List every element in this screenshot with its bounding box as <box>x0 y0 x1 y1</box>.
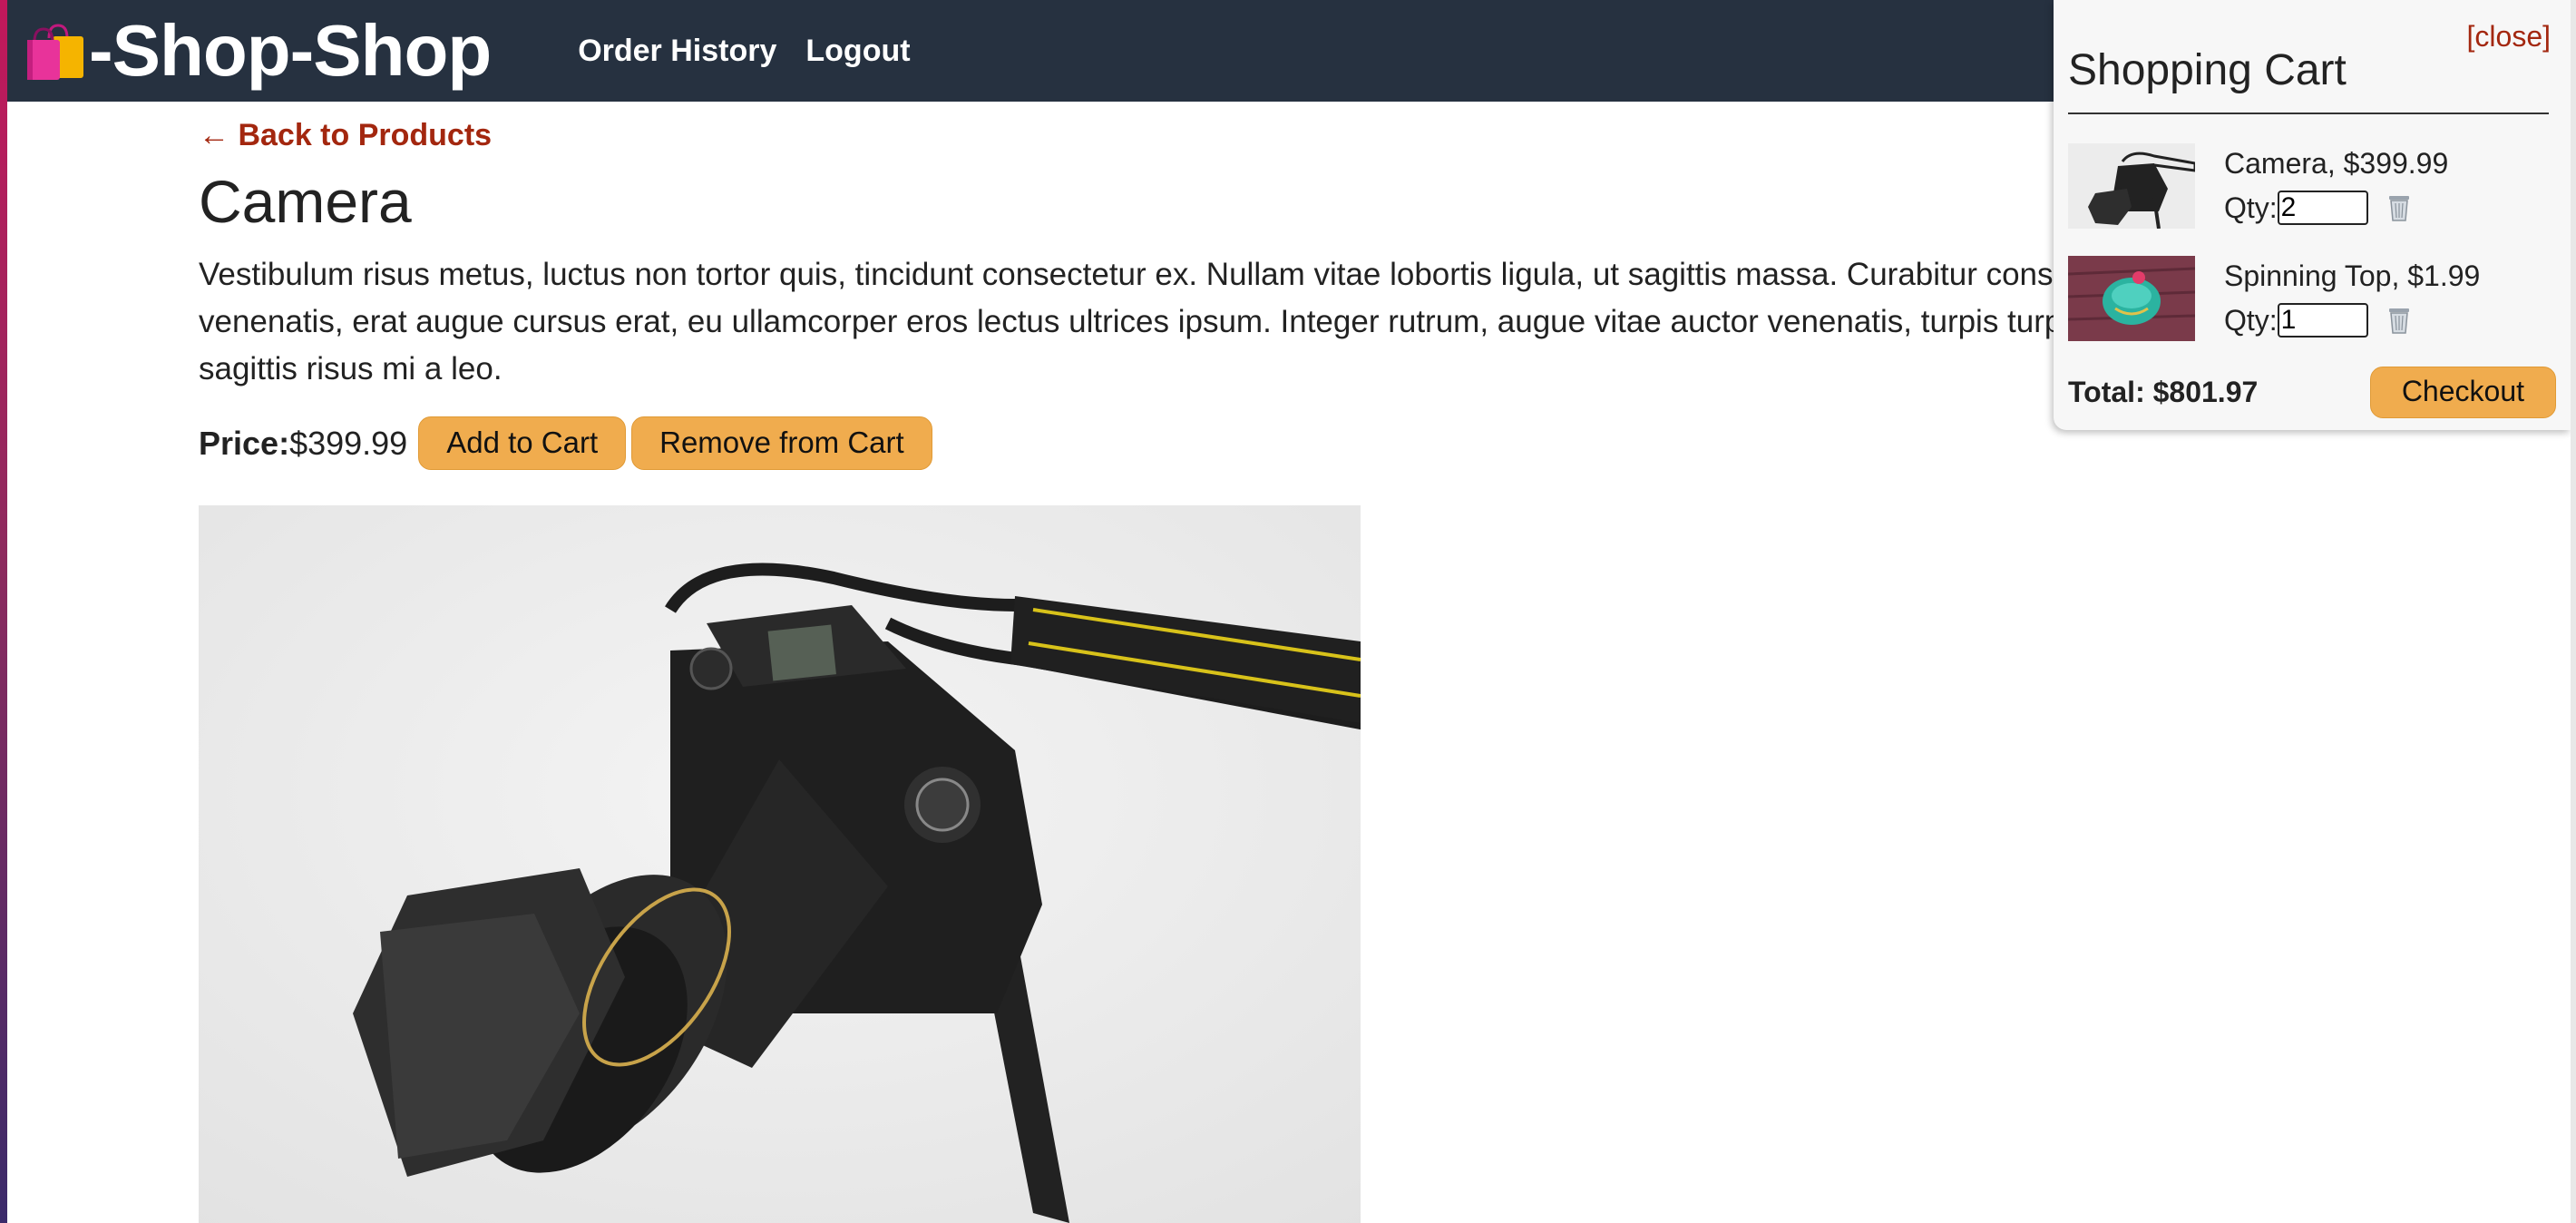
cart-item-name: Camera, $399.99 <box>2224 147 2449 180</box>
shopping-bags-icon <box>27 24 83 80</box>
product-title: Camera <box>199 168 412 235</box>
cart-close-link[interactable]: [close] <box>2467 20 2551 54</box>
nav-order-history[interactable]: Order History <box>578 34 776 69</box>
window-edge <box>0 0 7 1223</box>
trash-icon[interactable] <box>2386 306 2412 335</box>
product-detail: ← Back to Products Camera Vestibulum ris… <box>199 102 2395 470</box>
checkout-button[interactable]: Checkout <box>2369 367 2556 418</box>
price-value: $399.99 <box>289 424 408 462</box>
spinning-top-thumbnail-image <box>2068 256 2195 341</box>
price-label: Price: <box>199 424 290 462</box>
shopping-cart-panel: [close] Shopping Cart Camera, $399.99 Qt… <box>2054 0 2571 430</box>
nav-logout[interactable]: Logout <box>805 34 910 69</box>
qty-input[interactable] <box>2277 191 2368 225</box>
camera-photo <box>199 505 1361 1223</box>
back-to-products-link[interactable]: ← Back to Products <box>199 118 492 153</box>
camera-thumbnail-image <box>2068 143 2195 229</box>
cart-item-thumbnail <box>2068 256 2195 341</box>
cart-footer: Total: $801.97 Checkout <box>2068 367 2556 418</box>
cart-item-qty-row: Qty: <box>2224 191 2412 225</box>
product-image <box>199 505 1361 1223</box>
brand[interactable]: -Shop-Shop <box>22 9 492 93</box>
qty-label: Qty: <box>2224 191 2278 224</box>
cart-item-name: Spinning Top, $1.99 <box>2224 259 2481 292</box>
trash-icon[interactable] <box>2386 193 2412 222</box>
remove-from-cart-button[interactable]: Remove from Cart <box>631 416 932 470</box>
cart-title: Shopping Cart <box>2068 46 2347 94</box>
cart-total: Total: $801.97 <box>2068 376 2259 408</box>
cart-item-qty-row: Qty: <box>2224 303 2412 338</box>
cart-item: Camera, $399.99 Qty: <box>2068 143 2558 230</box>
qty-input[interactable] <box>2277 303 2368 338</box>
cart-item-thumbnail <box>2068 143 2195 229</box>
cart-item: Spinning Top, $1.99 Qty: <box>2068 256 2558 343</box>
qty-label: Qty: <box>2224 303 2278 337</box>
nav-links: Order History Logout <box>578 34 910 69</box>
add-to-cart-button[interactable]: Add to Cart <box>418 416 627 470</box>
scrollbar[interactable] <box>2571 0 2576 1223</box>
cart-divider <box>2068 113 2549 114</box>
brand-text: -Shop-Shop <box>89 10 492 91</box>
price-row: Price: $399.99 Add to Cart Remove from C… <box>199 416 2376 470</box>
